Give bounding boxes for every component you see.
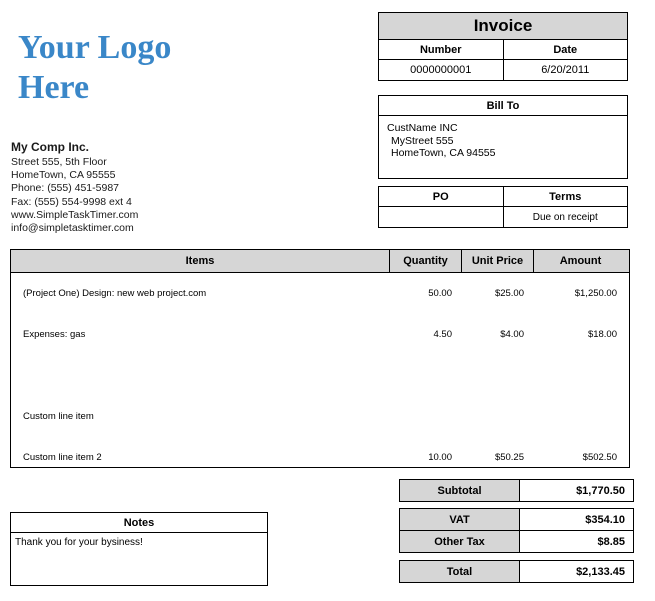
company-logo: Your Logo Here — [18, 28, 268, 108]
line-items-table: Items Quantity Unit Price Amount (Projec… — [10, 249, 630, 468]
invoice-number-label: Number — [378, 39, 504, 60]
bill-to-header: Bill To — [378, 95, 628, 116]
company-street: Street 555, 5th Floor — [11, 156, 107, 168]
company-phone: Phone: (555) 451-5987 — [11, 182, 119, 195]
company-website: www.SimpleTaskTimer.com — [11, 208, 139, 221]
subtotal-table: Subtotal $1,770.50 — [399, 479, 634, 502]
subtotal-value: $1,770.50 — [519, 479, 634, 502]
terms-value: Due on receipt — [502, 206, 628, 228]
column-header-amount: Amount — [533, 250, 627, 272]
total-table: Total $2,133.45 — [399, 560, 634, 583]
row-quantity: 4.50 — [433, 329, 453, 340]
company-fax: Fax: (555) 554-9998 ext 4 — [11, 195, 132, 208]
table-row: Custom line item 2 10.00 $50.25 $502.50 — [11, 437, 629, 478]
company-info-block: My Comp Inc. Street 555, 5th Floor HomeT… — [11, 140, 251, 235]
row-amount: $502.50 — [582, 452, 617, 463]
notes-text: Thank you for your bysiness! — [10, 532, 268, 586]
po-terms-table: PO Terms Due on receipt — [378, 186, 628, 228]
invoice-date-value: 6/20/2011 — [502, 59, 628, 81]
bill-to-street: MyStreet 555 — [391, 134, 454, 147]
bill-to-city-state-zip: HomeTown, CA 94555 — [391, 147, 496, 160]
row-unit-price: $25.00 — [494, 288, 524, 299]
bill-to-table: Bill To CustName INC MyStreet 555 HomeTo… — [378, 95, 628, 179]
logo-line-2: Here — [18, 69, 90, 106]
total-label: Total — [399, 560, 520, 583]
tax-table: VAT $354.10 Other Tax $8.85 — [399, 508, 634, 553]
invoice-number-value: 0000000001 — [378, 59, 504, 81]
row-amount: $18.00 — [587, 329, 617, 340]
column-header-quantity: Quantity — [389, 250, 461, 272]
bill-to-name: CustName INC — [387, 122, 458, 134]
row-description: (Project One) Design: new web project.co… — [23, 288, 207, 299]
table-row: Custom line item — [11, 396, 629, 437]
table-row: Expenses: gas 4.50 $4.00 $18.00 — [11, 314, 629, 355]
column-header-unit-price: Unit Price — [461, 250, 533, 272]
row-quantity: 10.00 — [428, 452, 452, 463]
row-description: Custom line item 2 — [23, 452, 102, 463]
line-items-body: (Project One) Design: new web project.co… — [11, 273, 629, 478]
vat-value: $354.10 — [519, 508, 634, 531]
column-header-items: Items — [185, 255, 215, 267]
row-unit-price: $4.00 — [500, 329, 524, 340]
row-quantity: 50.00 — [428, 288, 452, 299]
other-tax-value: $8.85 — [519, 530, 634, 553]
company-name: My Comp Inc. — [11, 140, 90, 154]
company-city-state-zip: HomeTown, CA 95555 — [11, 169, 116, 182]
vat-label: VAT — [399, 508, 520, 531]
invoice-date-label: Date — [502, 39, 628, 60]
other-tax-label: Other Tax — [399, 530, 520, 553]
row-amount: $1,250.00 — [574, 288, 617, 299]
row-description: Custom line item — [23, 411, 94, 422]
notes-header: Notes — [10, 512, 268, 533]
invoice-header-table: Invoice Number Date 0000000001 6/20/2011 — [378, 12, 628, 81]
company-email: info@simpletasktimer.com — [11, 222, 134, 235]
po-value — [378, 206, 504, 228]
invoice-title: Invoice — [378, 12, 628, 40]
table-row: (Project One) Design: new web project.co… — [11, 273, 629, 314]
line-items-header-row: Items Quantity Unit Price Amount — [11, 250, 629, 273]
po-label: PO — [378, 186, 504, 207]
table-row — [11, 355, 629, 396]
row-description: Expenses: gas — [23, 329, 86, 340]
logo-line-1: Your Logo — [18, 29, 172, 66]
terms-label: Terms — [502, 186, 628, 207]
notes-table: Notes Thank you for your bysiness! — [10, 512, 268, 586]
row-unit-price: $50.25 — [494, 452, 524, 463]
bill-to-address-block: CustName INC MyStreet 555 HomeTown, CA 9… — [378, 115, 628, 179]
total-value: $2,133.45 — [519, 560, 634, 583]
subtotal-label: Subtotal — [399, 479, 520, 502]
